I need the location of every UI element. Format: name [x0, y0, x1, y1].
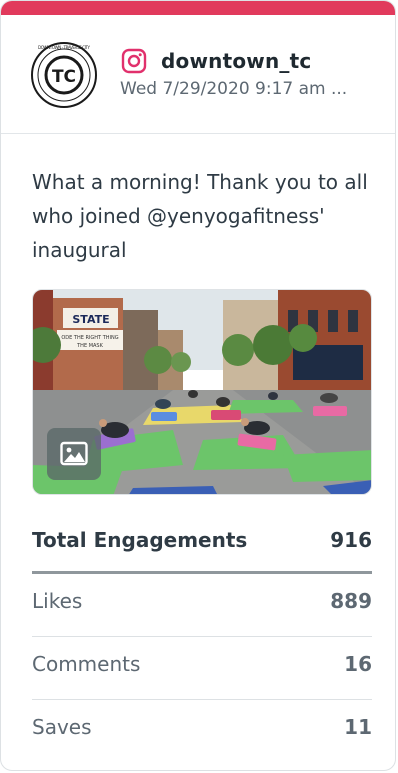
- instagram-icon: [121, 48, 147, 74]
- stat-value: 889: [330, 589, 372, 613]
- post-card: TC DOWNTOWN · TRAVERSE CITY downtown_tc …: [0, 0, 396, 771]
- stat-label: Saves: [32, 715, 92, 739]
- stat-comments: Comments 16: [32, 637, 372, 700]
- avatar-initials: TC: [52, 67, 76, 87]
- marquee-line-2: THE MASK: [76, 343, 103, 349]
- stat-label: Likes: [32, 589, 83, 613]
- stat-label: Total Engagements: [32, 528, 248, 552]
- image-icon: [60, 441, 88, 466]
- theatre-sign: STATE: [72, 313, 109, 326]
- avatar[interactable]: TC DOWNTOWN · TRAVERSE CITY: [31, 42, 97, 108]
- stat-saves: Saves 11: [32, 700, 372, 762]
- post-timestamp: Wed 7/29/2020 9:17 am ...: [120, 79, 348, 99]
- avatar-ring-text: DOWNTOWN · TRAVERSE CITY: [38, 45, 91, 50]
- engagement-stats: Total Engagements 916 Likes 889 Comments…: [32, 513, 372, 762]
- stat-value: 11: [344, 715, 372, 739]
- stat-likes: Likes 889: [32, 574, 372, 637]
- stat-value: 916: [330, 528, 372, 552]
- accent-bar: [1, 1, 395, 15]
- post-caption: What a morning! Thank you to all who joi…: [32, 170, 368, 262]
- marquee-line-1: ODE THE RIGHT THING: [61, 335, 118, 341]
- post-image[interactable]: STATE ODE THE RIGHT THING THE MASK: [32, 289, 372, 495]
- post-header: TC DOWNTOWN · TRAVERSE CITY downtown_tc …: [1, 15, 395, 134]
- username[interactable]: downtown_tc: [161, 49, 311, 73]
- image-type-badge: [47, 428, 101, 480]
- stat-value: 16: [344, 652, 372, 676]
- stat-total-engagements: Total Engagements 916: [32, 513, 372, 574]
- stat-label: Comments: [32, 652, 141, 676]
